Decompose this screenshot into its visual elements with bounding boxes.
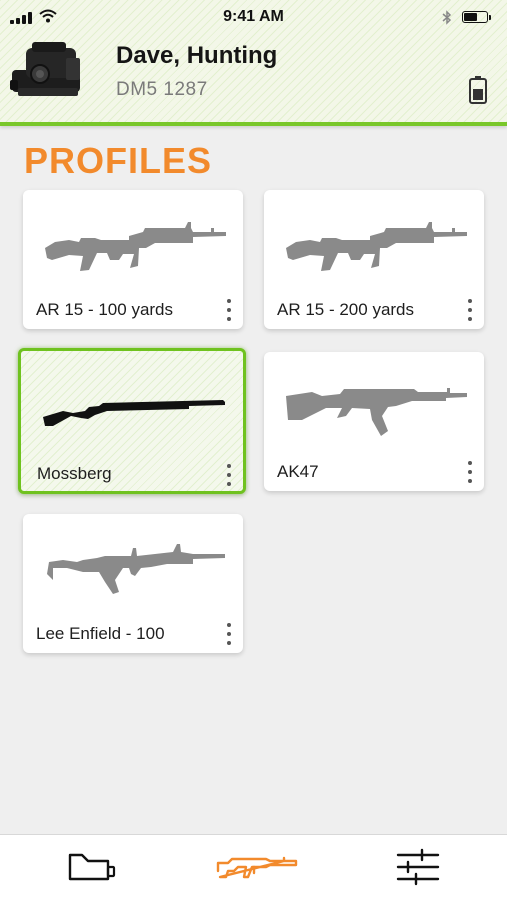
profile-label: AK47 xyxy=(277,462,319,481)
carbine-rifle-icon xyxy=(47,544,225,594)
bluetooth-icon xyxy=(442,10,452,25)
page-title: PROFILES xyxy=(24,140,213,181)
tab-devices[interactable] xyxy=(64,847,120,887)
profile-card-ar15-100[interactable]: AR 15 - 100 yards xyxy=(23,190,243,329)
more-options-icon[interactable] xyxy=(225,298,233,322)
ar15-rifle-icon xyxy=(45,222,226,271)
status-time: 9:41 AM xyxy=(223,8,284,25)
profile-card-lee-enfield[interactable]: Lee Enfield - 100 xyxy=(23,514,243,653)
tab-settings[interactable] xyxy=(392,847,448,887)
profile-card-mossberg[interactable]: Mossberg xyxy=(18,348,246,494)
ar15-rifle-icon xyxy=(286,222,467,271)
device-id: DM5 1287 xyxy=(116,79,208,100)
profile-card-ak47[interactable]: AK47 xyxy=(264,352,484,491)
more-options-icon[interactable] xyxy=(466,460,474,484)
profile-label: Mossberg xyxy=(37,464,112,483)
more-options-icon[interactable] xyxy=(225,463,233,487)
shotgun-icon xyxy=(43,400,225,426)
device-name: Dave, Hunting xyxy=(116,42,278,69)
device-header: 9:41 AM Dave, Hunting DM5 1287 xyxy=(0,0,507,126)
rifle-icon xyxy=(216,856,298,879)
phone-battery-icon xyxy=(462,11,492,24)
tab-profiles[interactable] xyxy=(214,847,300,887)
ak47-rifle-icon xyxy=(286,388,467,436)
device-icon xyxy=(68,853,116,881)
device-battery-icon xyxy=(469,76,487,104)
profile-label: AR 15 - 100 yards xyxy=(36,300,174,319)
profile-card-ar15-200[interactable]: AR 15 - 200 yards xyxy=(264,190,484,329)
more-options-icon[interactable] xyxy=(225,622,233,646)
more-options-icon[interactable] xyxy=(466,298,474,322)
sliders-icon xyxy=(396,848,440,886)
red-dot-sight-image xyxy=(10,42,80,96)
profile-label: Lee Enfield - 100 xyxy=(36,624,165,643)
tab-bar xyxy=(0,834,507,901)
status-bar: 9:41 AM xyxy=(0,0,507,34)
profile-label: AR 15 - 200 yards xyxy=(277,300,415,319)
